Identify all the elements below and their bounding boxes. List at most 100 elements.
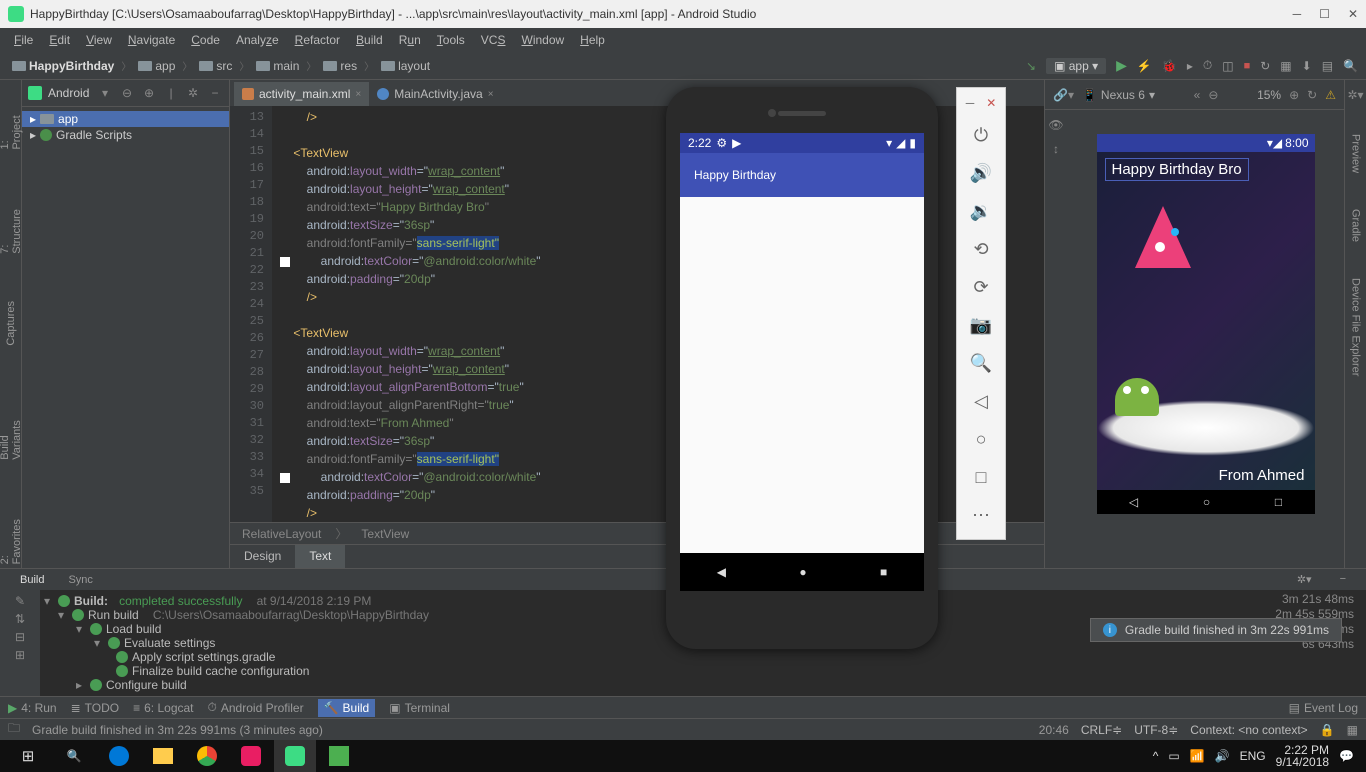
notification-toast[interactable]: i Gradle build finished in 3m 22s 991ms — [1090, 618, 1342, 642]
taskbar-explorer[interactable] — [142, 740, 184, 772]
apply-changes-icon[interactable]: ⚡ — [1137, 59, 1152, 73]
tray-clock[interactable]: 2:22 PM9/14/2018 — [1276, 744, 1329, 768]
tree-app[interactable]: ▸app — [22, 111, 229, 127]
emulator-rotate-left-icon[interactable]: ⟲ — [957, 230, 1005, 268]
build-tab[interactable]: Build — [10, 572, 54, 588]
processes-icon[interactable]: ▦ — [1347, 723, 1358, 737]
attach-debugger-icon[interactable]: ◫ — [1222, 59, 1233, 73]
run-config-selector[interactable]: ▣ app ▾ — [1046, 58, 1106, 74]
close-button[interactable]: ✕ — [1348, 7, 1358, 21]
toolwin-todo[interactable]: ≣ TODO — [71, 701, 120, 715]
recent-icon[interactable]: ■ — [880, 565, 887, 579]
toolwin-project[interactable]: 1: Project — [0, 100, 25, 154]
refresh-icon[interactable]: ↻ — [1307, 88, 1317, 102]
taskbar-edge[interactable] — [98, 740, 140, 772]
toolwin-eventlog[interactable]: ▤ Event Log — [1289, 701, 1358, 715]
crumb-textview[interactable]: TextView — [361, 527, 409, 541]
sdk-icon[interactable]: ⬇ — [1302, 59, 1312, 73]
zoom-out-icon[interactable]: ⊖ — [1208, 88, 1218, 102]
taskbar-android-studio[interactable] — [274, 740, 316, 772]
coverage-icon[interactable]: ▸ — [1187, 59, 1193, 73]
collapse-icon[interactable]: ⊖ — [119, 86, 135, 100]
emulator-home-icon[interactable]: ○ — [957, 420, 1005, 458]
lock-icon[interactable]: 🔒 — [1320, 723, 1335, 737]
crumb-layout[interactable]: layout — [377, 58, 434, 74]
context-selector[interactable]: Context: <no context> — [1190, 723, 1307, 737]
menu-edit[interactable]: Edit — [43, 31, 76, 49]
tree-gradle-scripts[interactable]: ▸Gradle Scripts — [22, 127, 229, 143]
emulator-close[interactable]: ✕ — [986, 96, 996, 110]
cortana-search[interactable]: 🔍 — [52, 740, 96, 772]
crumb-relativelayout[interactable]: RelativeLayout — [242, 527, 321, 541]
toolwin-run[interactable]: ▶4: Run — [8, 701, 57, 715]
minimize-button[interactable]: ─ — [1293, 7, 1302, 21]
home-icon[interactable]: ● — [799, 565, 806, 579]
run-button[interactable]: ▶ — [1116, 57, 1127, 74]
menu-analyze[interactable]: Analyze — [230, 31, 285, 49]
toolwin-favorites[interactable]: 2: Favorites — [0, 504, 25, 568]
emulator-window[interactable]: 2:22⚙▶ ▾◢▮ Happy Birthday ◀ ● ■ — [666, 87, 938, 649]
toolwin-buildvariants[interactable]: Build Variants — [0, 390, 25, 464]
toolwin-structure[interactable]: 7: Structure — [0, 194, 25, 258]
lock-icon[interactable]: 🗀 — [8, 719, 20, 740]
crumb-app[interactable]: app — [134, 58, 179, 74]
wand-icon[interactable]: ✎ — [15, 594, 25, 608]
device-selector[interactable]: 📱 Nexus 6 ▾ — [1082, 88, 1155, 102]
taskbar-chrome[interactable] — [186, 740, 228, 772]
start-button[interactable]: ⊞ — [6, 740, 50, 772]
taskbar-app2[interactable] — [318, 740, 360, 772]
hide-icon[interactable]: − — [207, 86, 223, 100]
stop-button[interactable]: ■ — [1244, 60, 1251, 72]
maximize-button[interactable]: ☐ — [1319, 7, 1330, 21]
gear-icon[interactable]: ✲ — [185, 86, 201, 100]
emulator-power-icon[interactable]: ⏻ — [957, 116, 1005, 154]
crumb-res[interactable]: res — [319, 58, 361, 74]
tray-notifications-icon[interactable]: 💬 — [1339, 749, 1354, 763]
close-tab-icon[interactable]: × — [355, 89, 361, 100]
menu-vcs[interactable]: VCS — [475, 31, 512, 49]
resize-icon[interactable]: ↕ — [1053, 142, 1059, 156]
emulator-volume-up-icon[interactable]: 🔊 — [957, 154, 1005, 192]
menu-run[interactable]: Run — [393, 31, 427, 49]
tray-battery-icon[interactable]: ▭ — [1168, 749, 1179, 763]
toolwin-profiler[interactable]: ⏱ Android Profiler — [208, 700, 304, 715]
emulator-app-body[interactable] — [680, 197, 924, 553]
crumb-main[interactable]: main — [252, 58, 303, 74]
sync-tab[interactable]: Sync — [58, 572, 102, 588]
menu-view[interactable]: View — [80, 31, 118, 49]
toolwin-build[interactable]: 🔨 Build — [318, 699, 376, 717]
menu-refactor[interactable]: Refactor — [289, 31, 346, 49]
emulator-volume-down-icon[interactable]: 🔉 — [957, 192, 1005, 230]
sync-icon[interactable]: ↻ — [1260, 59, 1270, 73]
project-view-selector[interactable]: Android — [48, 86, 91, 100]
chevron-down-icon[interactable]: ▾ — [97, 86, 113, 100]
link-icon[interactable]: 🔗▾ — [1053, 88, 1074, 102]
filter-icon[interactable]: ⇅ — [15, 612, 25, 626]
crumb-project[interactable]: HappyBirthday — [8, 58, 118, 74]
stop-icon[interactable]: ⊟ — [15, 630, 25, 644]
build-hammer-icon[interactable]: ↘ — [1026, 59, 1036, 73]
hide-icon[interactable]: − — [1330, 571, 1356, 588]
emulator-minimize[interactable]: ─ — [966, 96, 975, 110]
menu-help[interactable]: Help — [574, 31, 611, 49]
back-icon[interactable]: ◀ — [717, 565, 726, 579]
emulator-zoom-icon[interactable]: 🔍 — [957, 344, 1005, 382]
structure-icon[interactable]: ▤ — [1322, 59, 1333, 73]
toolwin-terminal[interactable]: ▣ Terminal — [389, 701, 450, 715]
prev-icon[interactable]: « — [1194, 88, 1201, 102]
toolwin-preview[interactable]: Preview — [1348, 130, 1364, 177]
gear-icon[interactable]: ✲▾ — [1347, 88, 1363, 102]
menu-navigate[interactable]: Navigate — [122, 31, 181, 49]
tray-chevron-up-icon[interactable]: ^ — [1153, 749, 1159, 763]
toolwin-gradle[interactable]: Gradle — [1348, 205, 1364, 246]
emulator-rotate-right-icon[interactable]: ⟳ — [957, 268, 1005, 306]
taskbar-app1[interactable] — [230, 740, 272, 772]
avd-icon[interactable]: ▦ — [1280, 59, 1291, 73]
tab-activity-main-xml[interactable]: activity_main.xml× — [234, 82, 369, 106]
emulator-more-icon[interactable]: ⋯ — [957, 496, 1005, 534]
crumb-src[interactable]: src — [195, 58, 236, 74]
file-encoding[interactable]: UTF-8≑ — [1134, 723, 1178, 737]
zoom-in-icon[interactable]: ⊕ — [1289, 88, 1299, 102]
warning-icon[interactable]: ⚠ — [1325, 88, 1336, 102]
collapse-icon[interactable]: ⊞ — [15, 648, 25, 662]
